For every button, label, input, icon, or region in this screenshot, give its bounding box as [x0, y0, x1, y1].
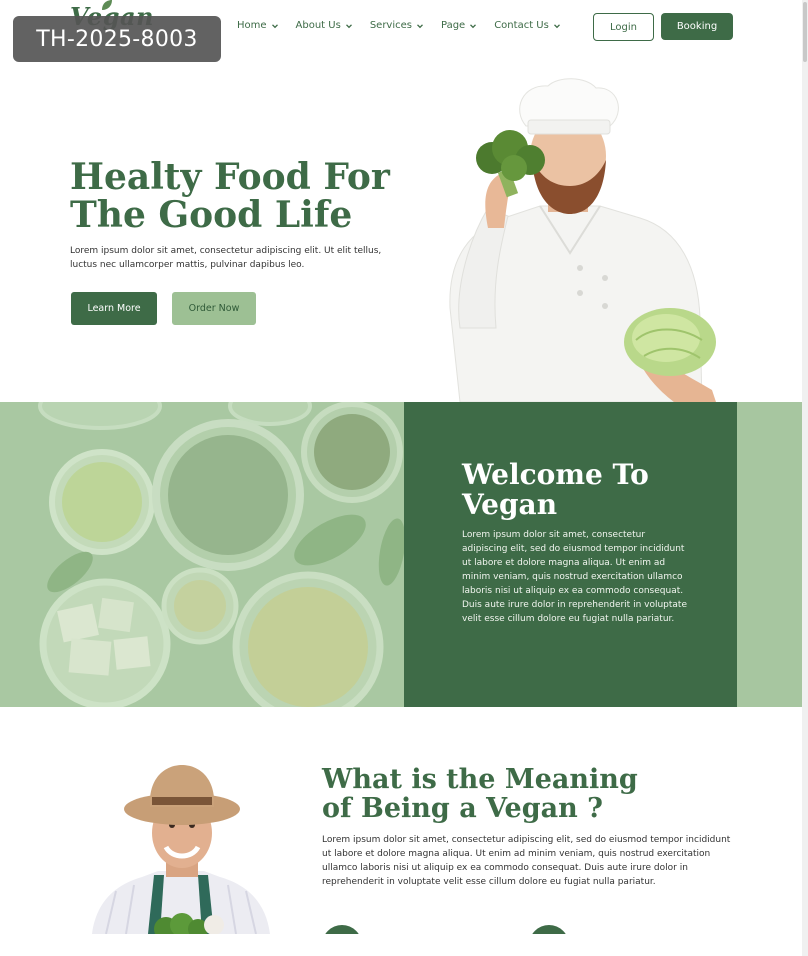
welcome-title-line: Vegan [462, 488, 558, 521]
nav-label: Contact Us [494, 20, 549, 31]
hero-title-line: Healty Food For [70, 156, 390, 198]
meaning-title-line: of Being a Vegan ? [322, 793, 603, 824]
nav-label: About Us [295, 20, 341, 31]
chef-image [449, 78, 716, 402]
meaning-title: What is the Meaning of Being a Vegan ? [322, 765, 682, 823]
page-bottom-band [0, 934, 808, 956]
chevron-down-icon [553, 23, 560, 28]
nav-item-page[interactable]: Page [441, 20, 477, 31]
nav-item-home[interactable]: Home [237, 20, 279, 31]
welcome-description: Lorem ipsum dolor sit amet, consectetur … [462, 530, 687, 624]
leaf-icon [102, 0, 112, 10]
grains-bowls-image [0, 402, 404, 707]
welcome-panel: Welcome To Vegan Lorem ipsum dolor sit a… [404, 402, 737, 707]
meaning-section: What is the Meaning of Being a Vegan ? L… [0, 707, 802, 934]
main-nav: Home About Us Services Page Contact Us [237, 20, 578, 31]
page-scrollbar[interactable] [802, 0, 808, 956]
farmer-image [92, 765, 270, 934]
feature-icon-circle [322, 925, 362, 934]
nav-item-contact-us[interactable]: Contact Us [494, 20, 561, 31]
decorative-strip [737, 402, 802, 707]
nav-label: Page [440, 20, 466, 31]
chevron-down-icon [345, 23, 352, 28]
welcome-title: Welcome To Vegan [462, 460, 722, 520]
scrollbar-thumb[interactable] [803, 2, 807, 62]
order-now-button[interactable]: Order Now [172, 292, 256, 325]
meaning-title-line: What is the Meaning [322, 764, 638, 795]
ticket-id-badge: TH-2025-8003 [13, 16, 221, 62]
login-button[interactable]: Login [593, 13, 654, 41]
learn-more-button[interactable]: Learn More [71, 292, 157, 325]
chevron-down-icon [470, 23, 477, 28]
nav-label: Home [237, 20, 267, 31]
hero-section: Healty Food For The Good Life Lorem ipsu… [0, 60, 802, 402]
welcome-title-line: Welcome To [462, 458, 649, 491]
nav-label: Services [369, 20, 412, 31]
feature-icon-circle [529, 925, 569, 934]
hero-description: Lorem ipsum dolor sit amet, consectetur … [70, 246, 382, 270]
nav-item-services[interactable]: Services [370, 20, 424, 31]
hero-title: Healty Food For The Good Life [70, 158, 410, 234]
welcome-section: Welcome To Vegan Lorem ipsum dolor sit a… [0, 402, 802, 707]
meaning-description: Lorem ipsum dolor sit amet, consectetur … [322, 835, 731, 887]
hero-title-line: The Good Life [70, 194, 353, 236]
chevron-down-icon [417, 23, 423, 28]
booking-button[interactable]: Booking [661, 13, 733, 40]
nav-item-about-us[interactable]: About Us [296, 20, 353, 31]
chevron-down-icon [271, 23, 278, 28]
